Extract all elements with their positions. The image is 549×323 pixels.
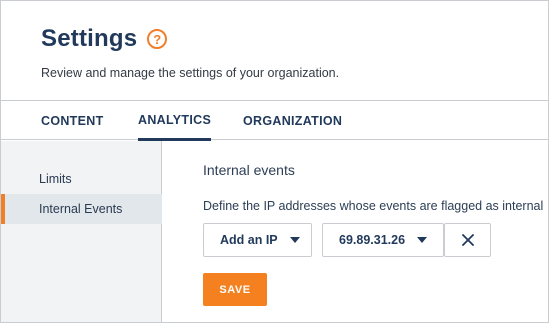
save-button[interactable]: SAVE — [203, 273, 267, 306]
ip-address-select[interactable]: 69.89.31.26 — [322, 223, 444, 257]
settings-window: Settings ? Review and manage the setting… — [0, 0, 549, 323]
tab-organization[interactable]: ORGANIZATION — [243, 101, 342, 140]
page-header: Settings ? Review and manage the setting… — [1, 1, 548, 101]
page-subtitle: Review and manage the settings of your o… — [41, 66, 340, 80]
tab-content[interactable]: CONTENT — [41, 101, 104, 140]
sidebar-item-limits[interactable]: Limits — [1, 164, 162, 194]
tab-bar: CONTENT ANALYTICS ORGANIZATION — [1, 101, 548, 141]
ip-address-value: 69.89.31.26 — [339, 233, 406, 247]
add-ip-label: Add an IP — [220, 233, 278, 247]
main-panel: Internal events Define the IP addresses … — [163, 141, 548, 322]
sidebar-item-internal-events[interactable]: Internal Events — [1, 194, 162, 224]
chevron-down-icon — [417, 237, 428, 243]
tab-analytics[interactable]: ANALYTICS — [138, 101, 212, 141]
chevron-down-icon — [289, 237, 300, 243]
help-icon[interactable]: ? — [147, 29, 168, 49]
title-row: Settings ? — [41, 25, 168, 53]
remove-ip-button[interactable] — [444, 223, 491, 257]
add-ip-dropdown[interactable]: Add an IP — [203, 223, 312, 257]
page-title: Settings — [41, 25, 138, 52]
sidebar: Limits Internal Events — [1, 141, 162, 322]
close-icon — [461, 234, 474, 246]
section-description: Define the IP addresses whose events are… — [203, 199, 544, 213]
section-title: Internal events — [203, 162, 295, 178]
